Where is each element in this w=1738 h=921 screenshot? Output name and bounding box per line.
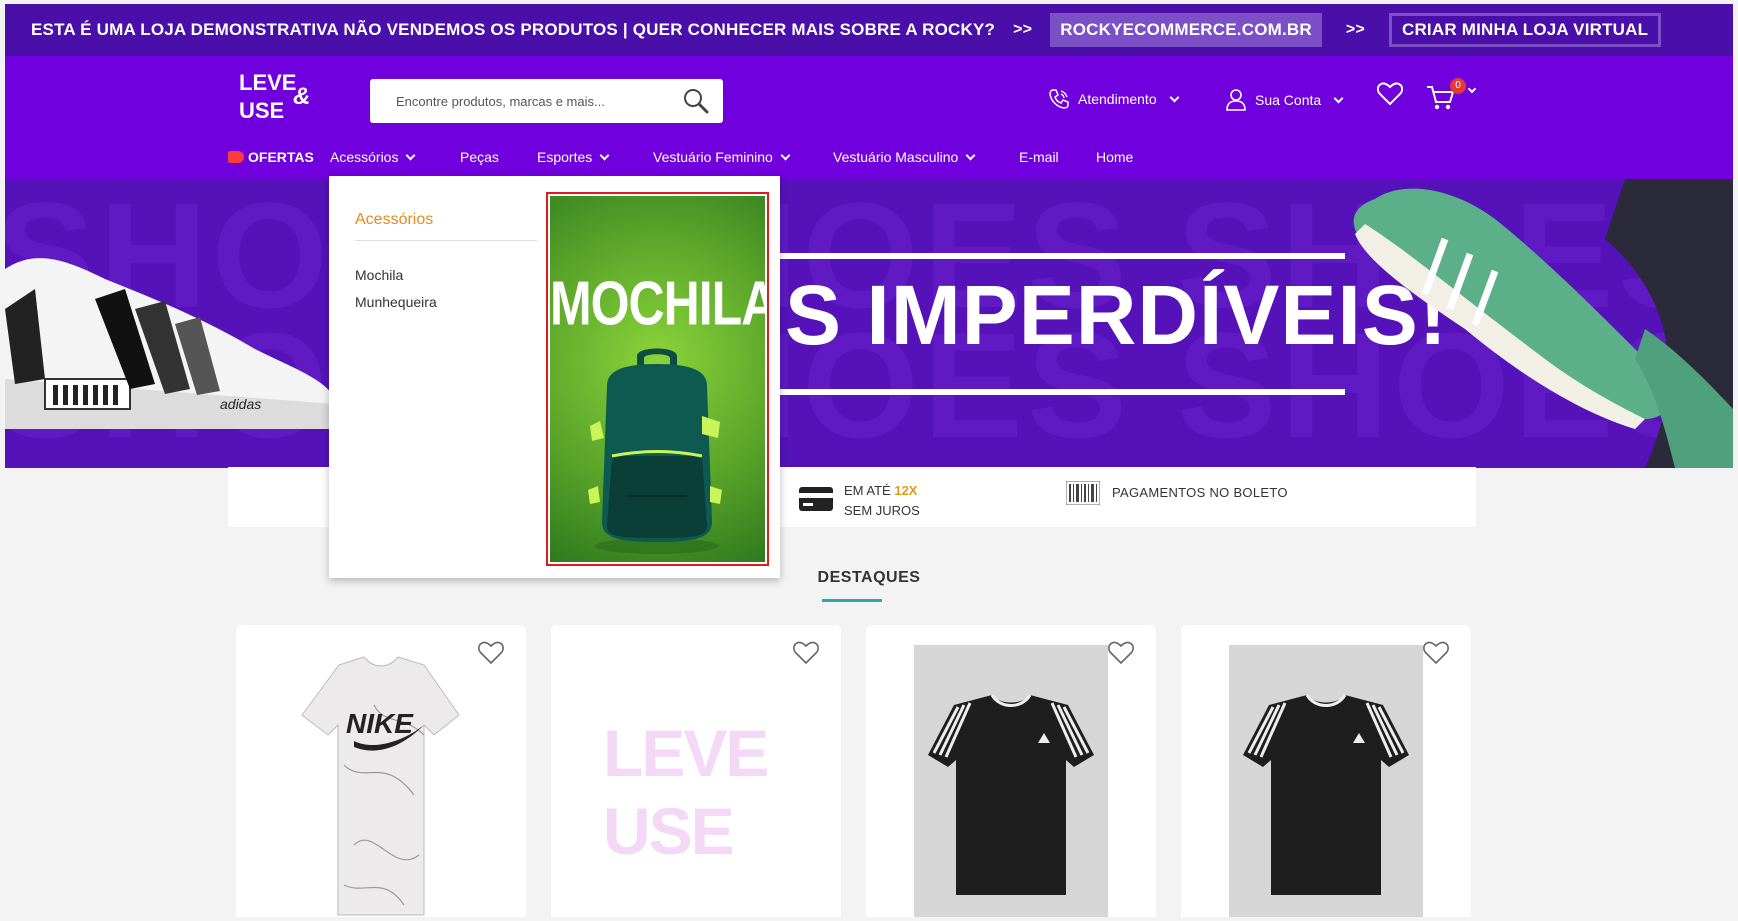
banner-line — [705, 389, 1345, 395]
atendimento-label: Atendimento — [1078, 91, 1157, 107]
section-title: DESTAQUES — [817, 569, 921, 586]
promo-message: ESTA É UMA LOJA DEMONSTRATIVA NÃO VENDEM… — [31, 20, 996, 39]
heart-icon[interactable] — [1423, 641, 1449, 665]
boleto-text: PAGAMENTOS NO BOLETO — [1112, 485, 1288, 500]
logo-amp: & — [293, 83, 311, 110]
white-sneaker-image: adidas — [5, 258, 335, 429]
rocky-site-link[interactable]: ROCKYECOMMERCE.COM.BR — [1050, 13, 1322, 47]
nav-acessorios[interactable]: Acessórios — [330, 146, 416, 168]
logo-line2: USE — [239, 98, 285, 123]
tshirt-graphic — [928, 694, 1094, 895]
section-underline — [822, 599, 882, 602]
banner-line — [705, 253, 1345, 259]
nav-label: Vestuário Feminino — [653, 149, 773, 165]
wishlist-heart-icon[interactable] — [1377, 82, 1403, 106]
chevron-down-icon — [1333, 93, 1344, 103]
nav-label: Peças — [460, 149, 499, 165]
phone-icon — [1049, 89, 1069, 109]
dropdown-divider — [355, 240, 537, 241]
acessorios-dropdown: Acessórios Mochila Munhequeira MOCHILAS — [329, 176, 780, 578]
heart-icon[interactable] — [1108, 641, 1134, 665]
promo-title: MOCHILAS — [550, 268, 765, 338]
search-box — [370, 79, 723, 123]
product-card[interactable] — [866, 625, 1156, 917]
placeholder-logo: LEVE USE — [603, 715, 783, 868]
nav-vestuario-masculino[interactable]: Vestuário Masculino — [833, 146, 976, 168]
nav-label: E-mail — [1019, 149, 1059, 165]
chevron-down-icon — [780, 150, 791, 160]
chevron-down-icon — [965, 150, 976, 160]
green-sneaker-image — [1353, 179, 1733, 468]
promo-arrows-2: >> — [1345, 21, 1365, 38]
barcode-icon — [1066, 481, 1100, 505]
nav-pecas[interactable]: Peças — [460, 146, 499, 168]
atendimento-menu[interactable]: Atendimento — [1048, 88, 1180, 110]
nav-esportes[interactable]: Esportes — [537, 146, 610, 168]
product-card[interactable] — [1181, 625, 1471, 917]
nike-tshirt-image[interactable]: NIKE — [284, 645, 478, 917]
nav-vestuario-feminino[interactable]: Vestuário Feminino — [653, 146, 791, 168]
promo-bar: ESTA É UMA LOJA DEMONSTRATIVA NÃO VENDEM… — [5, 4, 1733, 56]
nav-label: Home — [1096, 149, 1134, 165]
nav-label: Vestuário Masculino — [833, 149, 959, 165]
placeholder-logo-line1: LEVE — [603, 716, 769, 790]
promo-background: MOCHILAS — [550, 196, 765, 562]
installments-text: EM ATÉ 12X SEM JUROS — [844, 481, 920, 521]
dropdown-title[interactable]: Acessórios — [355, 211, 433, 229]
adidas-tshirt-image[interactable] — [1229, 645, 1423, 917]
cart-count-badge: 0 — [1450, 78, 1466, 94]
installments-highlight: 12X — [894, 483, 918, 498]
main-nav: OFERTAS Acessórios Peças Esportes Vestuá… — [5, 146, 1733, 176]
product-card[interactable]: NIKE — [236, 625, 526, 917]
svg-text:NIKE: NIKE — [346, 708, 414, 739]
page: ESTA É UMA LOJA DEMONSTRATIVA NÃO VENDEM… — [5, 4, 1733, 917]
account-label: Sua Conta — [1255, 92, 1322, 108]
nav-ofertas[interactable]: OFERTAS — [228, 146, 314, 168]
dropdown-item-mochila[interactable]: Mochila — [355, 267, 403, 283]
user-icon — [1226, 89, 1246, 111]
dropdown-item-munhequeira[interactable]: Munhequeira — [355, 294, 437, 310]
chevron-down-icon — [1467, 84, 1477, 94]
hero-banner[interactable]: SHOES SHOES SHOES SHOES SHOES SHOES S IM… — [5, 179, 1733, 468]
nav-home[interactable]: Home — [1096, 146, 1133, 168]
chevron-down-icon — [1169, 92, 1180, 102]
product-card[interactable]: LEVE USE — [551, 625, 841, 917]
adidas-tshirt-image[interactable] — [914, 645, 1108, 917]
placeholder-logo-line2: USE — [603, 794, 735, 868]
heart-icon[interactable] — [793, 641, 819, 665]
nav-label: Esportes — [537, 149, 593, 165]
nav-ofertas-label: OFERTAS — [248, 149, 314, 165]
backpack-image — [588, 348, 722, 554]
tag-icon — [228, 151, 244, 163]
credit-card-icon — [799, 487, 833, 511]
create-store-button[interactable]: CRIAR MINHA LOJA VIRTUAL — [1388, 13, 1662, 47]
installments-suffix: SEM JUROS — [844, 503, 920, 518]
tshirt-graphic — [1243, 694, 1409, 895]
chevron-down-icon — [406, 150, 416, 160]
installments-prefix: EM ATÉ — [844, 483, 891, 498]
heart-icon[interactable] — [478, 641, 504, 665]
cart-button[interactable]: 0 — [1426, 78, 1477, 114]
mochilas-promo-banner[interactable]: MOCHILAS — [546, 192, 769, 566]
search-input[interactable] — [396, 93, 666, 109]
chevron-down-icon — [599, 150, 610, 160]
nav-email[interactable]: E-mail — [1019, 146, 1059, 168]
account-menu[interactable]: Sua Conta — [1225, 88, 1344, 112]
adidas-text: adidas — [220, 396, 261, 412]
store-logo[interactable]: LEVE & USE — [239, 70, 319, 126]
search-icon[interactable] — [683, 88, 709, 114]
nav-label: Acessórios — [330, 149, 399, 165]
logo-line1: LEVE — [239, 70, 297, 95]
promo-arrows: >> — [1013, 21, 1033, 38]
header: LEVE & USE Atendimento S — [5, 56, 1733, 179]
